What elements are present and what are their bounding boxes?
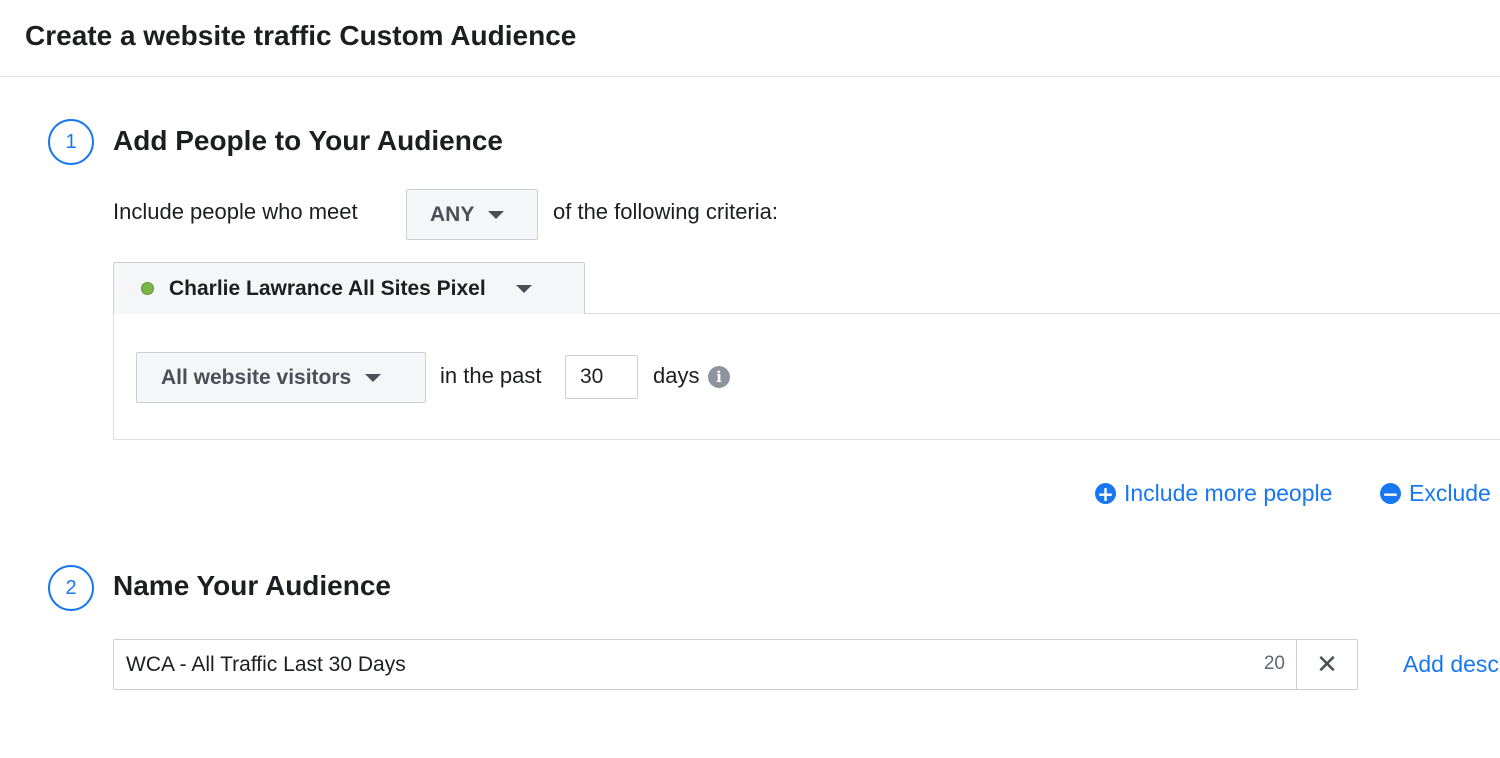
include-suffix-text: of the following criteria: [553,199,778,224]
close-icon: ✕ [1316,649,1338,679]
audience-name-field: 20 ✕ [113,639,1358,690]
plus-circle-icon: + [1095,483,1116,504]
include-more-people-link[interactable]: + Include more people [1095,480,1332,507]
event-value: All website visitors [161,365,352,389]
step-2-title: Name Your Audience [113,570,392,601]
include-more-people-label: Include more people [1124,480,1333,506]
exclude-link[interactable]: − Exclude [1380,480,1491,507]
chevron-down-icon [515,284,532,293]
info-icon[interactable]: i [708,366,730,388]
in-the-past-text: in the past [440,363,542,388]
event-dropdown[interactable]: All website visitors [136,352,426,403]
pixel-status-dot-icon [141,282,154,295]
page: Create a website traffic Custom Audience… [0,0,1500,758]
step-1-badge: 1 [48,119,94,165]
clear-name-button[interactable]: ✕ [1296,640,1357,689]
minus-circle-icon: − [1380,483,1401,504]
dialog-title: Create a website traffic Custom Audience [25,20,577,51]
days-label: days [653,363,700,388]
include-prefix-text: Include people who meet [113,199,358,224]
match-type-value: ANY [430,202,475,226]
remaining-char-count: 20 [1263,653,1285,674]
chevron-down-icon [365,373,382,382]
step-1-title: Add People to Your Audience [113,125,503,156]
chevron-down-icon [488,210,505,219]
step-2-badge: 2 [48,565,94,611]
match-type-dropdown[interactable]: ANY [406,189,538,240]
audience-name-input[interactable] [114,640,1244,689]
exclude-label: Exclude [1409,480,1491,506]
add-description-link[interactable]: Add desc [1403,651,1499,678]
pixel-dropdown[interactable]: Charlie Lawrance All Sites Pixel [113,262,585,314]
pixel-name: Charlie Lawrance All Sites Pixel [169,276,486,300]
dialog-header: Create a website traffic Custom Audience [0,0,1500,77]
retention-days-input[interactable] [565,355,638,399]
